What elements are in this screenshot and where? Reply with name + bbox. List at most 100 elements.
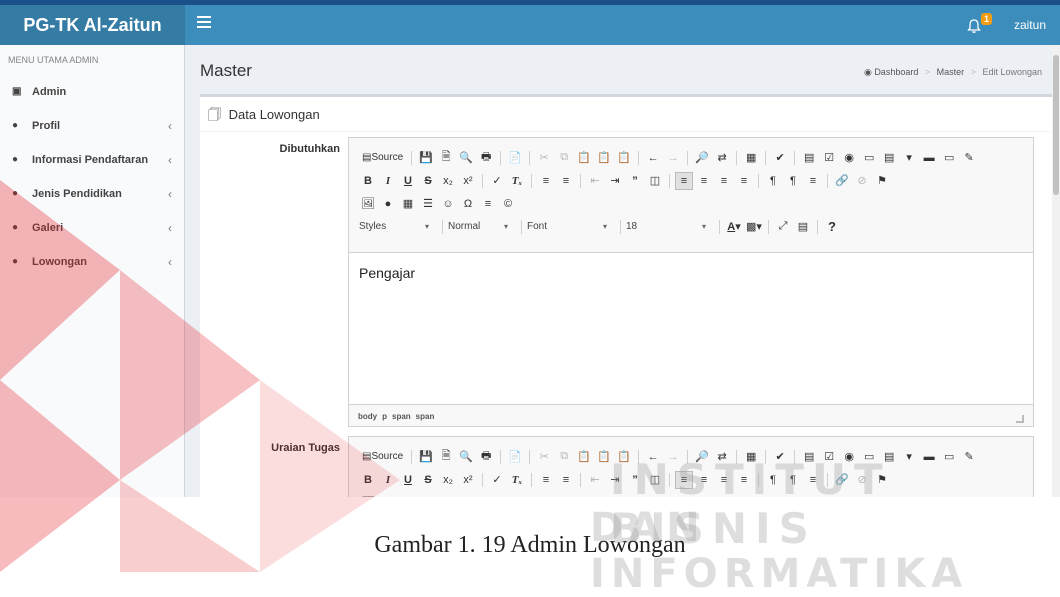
show-blocks-icon[interactable]: ▤ (794, 218, 812, 236)
decrease-indent-icon[interactable]: ⇤ (586, 172, 604, 190)
italic-icon[interactable]: I (379, 471, 397, 489)
special-char-icon[interactable]: Ω (459, 494, 477, 498)
horizontal-line-icon[interactable]: ☰ (419, 494, 437, 498)
flash-icon[interactable]: ● (379, 494, 397, 498)
sidebar-item-galeri[interactable]: ● Galeri ‹ (0, 211, 184, 245)
select-all-icon[interactable]: ▦ (742, 149, 760, 167)
copy-format-icon[interactable]: ✓ (488, 172, 506, 190)
find-icon[interactable]: 🔎 (693, 149, 711, 167)
select-icon[interactable]: ▾ (900, 149, 918, 167)
special-char-icon[interactable]: Ω (459, 195, 477, 213)
ltr-icon[interactable]: ¶ (764, 172, 782, 190)
rtl-icon[interactable]: ¶ (784, 172, 802, 190)
superscript-icon[interactable]: x² (459, 172, 477, 190)
templates-icon[interactable]: 📄 (506, 149, 524, 167)
spellcheck-icon[interactable]: ✔ (771, 149, 789, 167)
link-icon[interactable]: 🔗 (833, 471, 851, 489)
radio-icon[interactable]: ◉ (840, 149, 858, 167)
replace-icon[interactable]: ⇄ (713, 149, 731, 167)
bold-icon[interactable]: B (359, 471, 377, 489)
blockquote-icon[interactable]: ” (626, 471, 644, 489)
page-break-icon[interactable]: ≡ (479, 494, 497, 498)
paste-word-icon[interactable]: 📋 (615, 149, 633, 167)
superscript-icon[interactable]: x² (459, 471, 477, 489)
copy-icon[interactable]: ⧉ (555, 149, 573, 167)
horizontal-line-icon[interactable]: ☰ (419, 195, 437, 213)
increase-indent-icon[interactable]: ⇥ (606, 471, 624, 489)
remove-format-icon[interactable]: Tₓ (508, 471, 526, 489)
copy-icon[interactable]: ⧉ (555, 448, 573, 466)
cut-icon[interactable]: ✂ (535, 149, 553, 167)
undo-icon[interactable]: ← (644, 448, 662, 466)
paste-icon[interactable]: 📋 (575, 448, 593, 466)
editor-content-area[interactable]: Pengajar (349, 252, 1033, 405)
italic-icon[interactable]: I (379, 172, 397, 190)
strikethrough-icon[interactable]: S (419, 172, 437, 190)
sidebar-item-informasi-pendaftaran[interactable]: ● Informasi Pendaftaran ‹ (0, 143, 184, 177)
print-icon[interactable]: 🖶 (477, 149, 495, 167)
path-element[interactable]: span (392, 412, 411, 421)
sidebar-toggle-icon[interactable] (197, 16, 211, 30)
breadcrumb-dashboard[interactable]: Dashboard (874, 67, 918, 77)
redo-icon[interactable]: → (664, 149, 682, 167)
new-page-icon[interactable]: 🗎 (437, 448, 455, 466)
help-icon[interactable]: ? (823, 218, 841, 236)
iframe-icon[interactable]: © (499, 195, 517, 213)
decrease-indent-icon[interactable]: ⇤ (586, 471, 604, 489)
rich-text-editor-uraian-tugas[interactable]: ▤ Source 💾 🗎 🔍 🖶 📄 ✂ ⧉ 📋 📋 📋 ← → 🔎 ⇄ ▦ ✔ ▤ ☑ ◉ ▭ ▤ ▾ ▬ ▭ ✎ B I U Sx₂ x… (348, 436, 1034, 497)
bold-icon[interactable]: B (359, 172, 377, 190)
bulleted-list-icon[interactable]: ≡ (557, 172, 575, 190)
iframe-icon[interactable]: © (499, 494, 517, 498)
source-button[interactable]: ▤ Source (359, 149, 406, 167)
flash-icon[interactable]: ● (379, 195, 397, 213)
smiley-icon[interactable]: ☺ (439, 195, 457, 213)
templates-icon[interactable]: 📄 (506, 448, 524, 466)
replace-icon[interactable]: ⇄ (713, 448, 731, 466)
subscript-icon[interactable]: x₂ (439, 172, 457, 190)
ltr-icon[interactable]: ¶ (764, 471, 782, 489)
align-right-icon[interactable]: ≡ (715, 172, 733, 190)
cut-icon[interactable]: ✂ (535, 448, 553, 466)
format-select[interactable]: Normal ▾ (448, 218, 512, 236)
scrollbar-thumb[interactable] (1053, 55, 1059, 195)
numbered-list-icon[interactable]: ≡ (537, 471, 555, 489)
link-icon[interactable]: 🔗 (833, 172, 851, 190)
new-page-icon[interactable]: 🗎 (437, 149, 455, 167)
image-button-icon[interactable]: ▭ (940, 448, 958, 466)
maximize-icon[interactable]: ⤢ (774, 218, 792, 236)
unlink-icon[interactable]: ⊘ (853, 471, 871, 489)
sidebar-item-lowongan[interactable]: ● Lowongan ‹ (0, 245, 184, 279)
div-icon[interactable]: ◫ (646, 172, 664, 190)
sidebar-item-profil[interactable]: ● Profil ‹ (0, 109, 184, 143)
spellcheck-icon[interactable]: ✔ (771, 448, 789, 466)
breadcrumb-master[interactable]: Master (937, 67, 965, 77)
align-left-icon[interactable]: ≡ (675, 171, 693, 190)
sidebar-item-jenis-pendidikan[interactable]: ● Jenis Pendidikan ‹ (0, 177, 184, 211)
button-icon[interactable]: ▬ (920, 448, 938, 466)
blockquote-icon[interactable]: ” (626, 172, 644, 190)
page-break-icon[interactable]: ≡ (479, 195, 497, 213)
align-justify-icon[interactable]: ≡ (735, 172, 753, 190)
paste-word-icon[interactable]: 📋 (615, 448, 633, 466)
image-button-icon[interactable]: ▭ (940, 149, 958, 167)
user-menu[interactable]: zaitun (1014, 18, 1046, 32)
select-all-icon[interactable]: ▦ (742, 448, 760, 466)
smiley-icon[interactable]: ☺ (439, 494, 457, 498)
find-icon[interactable]: 🔎 (693, 448, 711, 466)
preview-icon[interactable]: 🔍 (457, 448, 475, 466)
sidebar-item-admin[interactable]: ▣ Admin (0, 75, 184, 109)
textfield-icon[interactable]: ▭ (860, 149, 878, 167)
align-center-icon[interactable]: ≡ (695, 172, 713, 190)
size-select[interactable]: 18 ▾ (626, 218, 710, 236)
page-scrollbar[interactable] (1052, 45, 1060, 497)
align-justify-icon[interactable]: ≡ (735, 471, 753, 489)
form-icon[interactable]: ▤ (800, 448, 818, 466)
strikethrough-icon[interactable]: S (419, 471, 437, 489)
app-logo[interactable]: PG-TK Al-Zaitun (0, 5, 185, 45)
underline-icon[interactable]: U (399, 471, 417, 489)
save-icon[interactable]: 💾 (417, 149, 435, 167)
numbered-list-icon[interactable]: ≡ (537, 172, 555, 190)
image-icon[interactable]: 🖼 (359, 494, 377, 498)
rich-text-editor-dibutuhkan[interactable]: ▤ Source 💾 🗎 🔍 🖶 📄 ✂ ⧉ 📋 📋 📋 ← → 🔎 ⇄ ▦ ✔ ▤ ☑ ◉ ▭ ▤ ▾ ▬ ▭ ✎ B I U Sx₂ x… (348, 137, 1034, 427)
select-icon[interactable]: ▾ (900, 448, 918, 466)
